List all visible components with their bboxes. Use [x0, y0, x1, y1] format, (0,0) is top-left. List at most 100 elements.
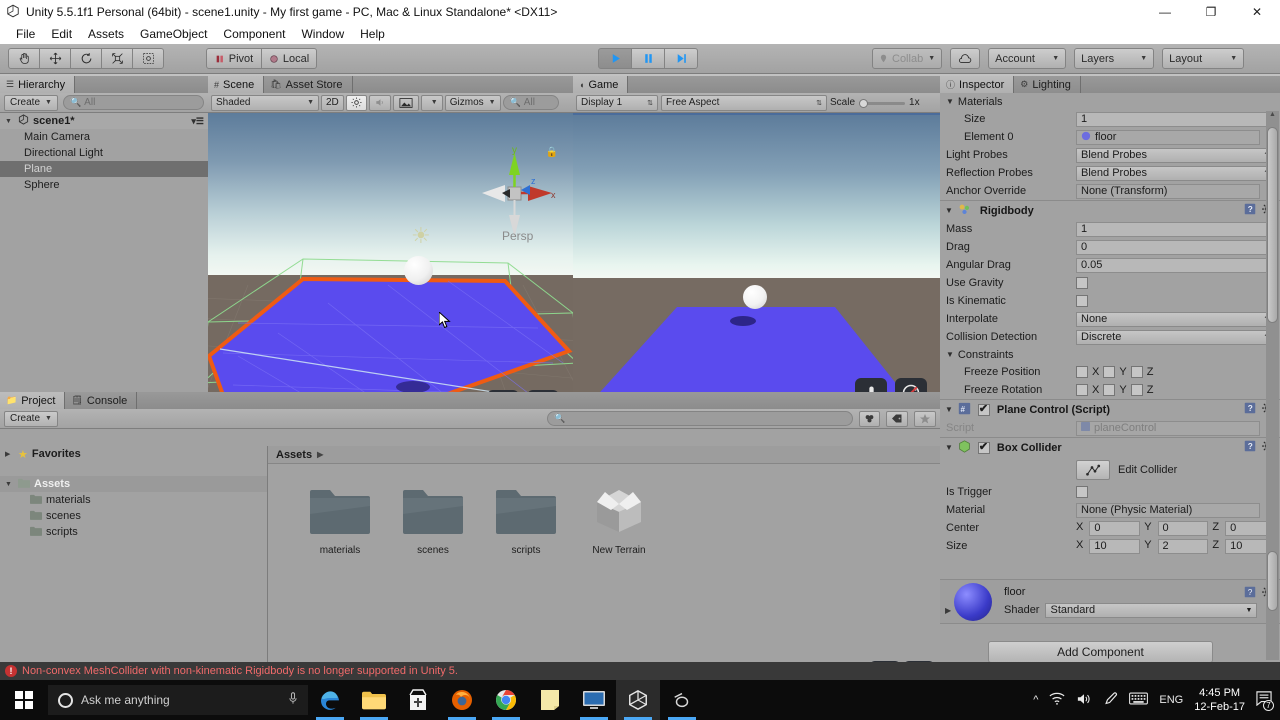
- project-search-input[interactable]: 🔍: [547, 411, 853, 426]
- box-collider-component-header[interactable]: ▼ Box Collider ?: [940, 437, 1280, 457]
- taskbar-app-chrome[interactable]: [484, 680, 528, 720]
- maximize-button[interactable]: ❐: [1188, 0, 1234, 24]
- menu-item-component[interactable]: Component: [215, 26, 293, 42]
- hierarchy-item-main-camera[interactable]: Main Camera: [0, 129, 208, 145]
- tab-inspector[interactable]: ⓘ Inspector: [940, 76, 1015, 93]
- pivot-button[interactable]: Pivot: [206, 48, 262, 69]
- filter-by-type-button[interactable]: [859, 410, 880, 427]
- hierarchy-item-sphere[interactable]: Sphere: [0, 177, 208, 193]
- scene-audio-toggle[interactable]: [368, 94, 391, 111]
- language-indicator[interactable]: ENG: [1159, 694, 1183, 706]
- scale-slider[interactable]: [859, 98, 906, 108]
- element0-object-field[interactable]: floor: [1076, 129, 1260, 145]
- tab-console[interactable]: 🗒 Console: [65, 392, 138, 409]
- drag-input[interactable]: 0: [1076, 239, 1276, 255]
- project-tree-materials[interactable]: materials: [0, 492, 267, 508]
- step-button[interactable]: [664, 48, 698, 69]
- layers-button[interactable]: Layers ▼: [1074, 48, 1155, 69]
- hierarchy-search-input[interactable]: 🔍 All: [62, 95, 204, 110]
- taskbar-app-store[interactable]: [396, 680, 440, 720]
- center-x-input[interactable]: 0: [1089, 520, 1141, 536]
- project-tree-favorites[interactable]: ▶ ★ Favorites: [0, 446, 267, 462]
- minimize-button[interactable]: —: [1142, 0, 1188, 24]
- materials-foldout[interactable]: ▼ Materials: [940, 93, 1280, 110]
- menu-item-window[interactable]: Window: [293, 26, 352, 42]
- chevron-down-icon[interactable]: ▼: [946, 97, 954, 106]
- chevron-down-icon[interactable]: ▼: [5, 481, 14, 488]
- interpolate-dropdown[interactable]: None ⇅: [1076, 311, 1276, 327]
- scene-menu-icon[interactable]: ▾☰: [191, 116, 204, 127]
- volume-icon[interactable]: [1076, 692, 1092, 709]
- gizmo-lock-icon[interactable]: 🔒: [546, 147, 558, 158]
- asset-item-scripts[interactable]: scripts: [488, 484, 564, 556]
- project-create-button[interactable]: Create ▼: [4, 410, 58, 427]
- taskbar-app-edge[interactable]: [308, 680, 352, 720]
- rect-tool-icon[interactable]: [132, 48, 164, 69]
- help-icon[interactable]: ?: [1244, 586, 1256, 601]
- project-tree-assets[interactable]: ▼ Assets: [0, 476, 267, 492]
- freeze-position-y-checkbox[interactable]: [1103, 366, 1116, 378]
- inspector-scrollbar-track[interactable]: ▲: [1266, 111, 1279, 660]
- shader-dropdown[interactable]: Standard ▼: [1045, 602, 1258, 618]
- is-kinematic-checkbox[interactable]: [1076, 295, 1088, 307]
- keyboard-icon[interactable]: [1129, 692, 1149, 708]
- scene-search-input[interactable]: 🔍 All: [502, 95, 559, 110]
- help-icon[interactable]: ?: [1244, 203, 1256, 218]
- tab-game[interactable]: ◖ Game: [573, 76, 629, 93]
- menu-item-help[interactable]: Help: [352, 26, 393, 42]
- inspector-scrollbar-thumb-lower[interactable]: [1267, 551, 1278, 611]
- search-input[interactable]: Ask me anything: [48, 685, 308, 715]
- chevron-down-icon[interactable]: ▼: [945, 206, 953, 215]
- box-collider-enabled-checkbox[interactable]: [977, 440, 990, 454]
- hierarchy-create-button[interactable]: Create ▼: [4, 94, 58, 111]
- layout-button[interactable]: Layout ▼: [1162, 48, 1245, 69]
- tab-scene[interactable]: # Scene: [208, 76, 265, 93]
- scene-effects-toggle[interactable]: [392, 94, 419, 111]
- taskbar-app-file-explorer[interactable]: [352, 680, 396, 720]
- constraints-foldout[interactable]: ▼ Constraints: [940, 346, 1280, 363]
- game-microphone-button[interactable]: [855, 378, 887, 392]
- add-component-button[interactable]: Add Component: [988, 641, 1213, 662]
- scale-tool-icon[interactable]: [101, 48, 133, 69]
- taskbar-app-remote-desktop[interactable]: [572, 680, 616, 720]
- freeze-position-x-checkbox[interactable]: [1076, 366, 1088, 378]
- chevron-down-icon[interactable]: ▼: [945, 443, 953, 452]
- chevron-right-icon[interactable]: ▶: [945, 606, 951, 615]
- pause-button[interactable]: [631, 48, 665, 69]
- menu-item-edit[interactable]: Edit: [43, 26, 80, 42]
- chevron-down-icon[interactable]: ▼: [946, 350, 954, 359]
- filter-by-label-button[interactable]: [886, 410, 908, 427]
- menu-item-file[interactable]: File: [8, 26, 43, 42]
- inspector-scrollbar-thumb[interactable]: [1267, 127, 1278, 323]
- center-y-input[interactable]: 0: [1157, 520, 1209, 536]
- size-input[interactable]: 1: [1076, 111, 1276, 127]
- tab-asset-store[interactable]: 🛍 Asset Store: [264, 76, 353, 93]
- scale-slider-group[interactable]: Scale 1x: [830, 97, 920, 108]
- display-dropdown[interactable]: Display 1 ⇅: [576, 94, 658, 111]
- taskbar-app-unity[interactable]: [616, 680, 660, 720]
- clock[interactable]: 4:45 PM 12-Feb-17: [1194, 686, 1245, 714]
- aspect-dropdown[interactable]: Free Aspect ⇅: [661, 94, 827, 111]
- scroll-up-arrow-icon[interactable]: ▲: [1267, 111, 1278, 118]
- game-no-recording-button[interactable]: [895, 378, 927, 392]
- anchor-object-field[interactable]: None (Transform): [1076, 183, 1260, 199]
- menu-item-gameobject[interactable]: GameObject: [132, 26, 215, 42]
- freeze-rotation-z-checkbox[interactable]: [1130, 384, 1143, 396]
- scene-viewport[interactable]: ☀ y z x 🔒 Persp: [208, 113, 573, 392]
- gizmos-button[interactable]: Gizmos ▼: [444, 94, 501, 111]
- status-bar[interactable]: ! Non-convex MeshCollider with non-kinem…: [0, 662, 1280, 680]
- collision-dropdown[interactable]: Discrete ⇅: [1076, 329, 1276, 345]
- hierarchy-item-plane[interactable]: Plane: [0, 161, 208, 177]
- taskbar-app-firefox[interactable]: [440, 680, 484, 720]
- move-tool-icon[interactable]: [39, 48, 71, 69]
- angular-drag-input[interactable]: 0.05: [1076, 257, 1276, 273]
- project-tree-scenes[interactable]: scenes: [0, 508, 267, 524]
- account-button[interactable]: Account ▼: [988, 48, 1067, 69]
- hand-tool-icon[interactable]: [8, 48, 40, 69]
- notifications-icon[interactable]: 7: [1256, 691, 1274, 711]
- freeze-rotation-x-checkbox[interactable]: [1076, 384, 1088, 396]
- asset-item-materials[interactable]: materials: [302, 484, 378, 556]
- tray-chevron-icon[interactable]: ^: [1033, 694, 1038, 706]
- script-component-header[interactable]: ▼ # Plane Control (Script) ?: [940, 399, 1280, 419]
- collab-button[interactable]: Collab ▼: [872, 48, 943, 69]
